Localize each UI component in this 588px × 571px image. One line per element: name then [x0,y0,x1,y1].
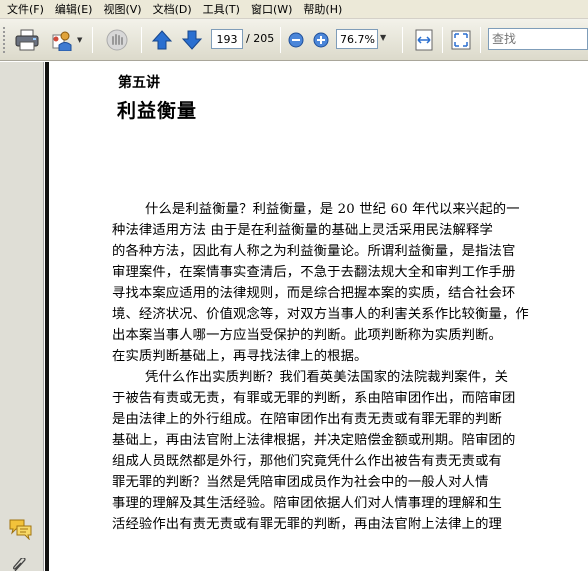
toolbar-separator [402,27,403,53]
body-text-line: 寻找本案应适用的法律规则，而是综合把握本案的实质，结合社会环 [112,286,516,301]
comments-button[interactable] [8,518,34,543]
menu-tools[interactable]: 工具(T) [200,0,248,19]
toolbar: ▼ / 205 ▼ [0,19,588,61]
toolbar-separator [480,27,481,53]
fit-width-icon [415,29,433,51]
menu-help[interactable]: 帮助(H) [300,0,350,19]
body-text-line: 于被告有责或无责，有罪或无罪的判断，系由陪审团作出，而陪审团 [112,391,516,406]
body-text-line: 罪无罪的判断？当然是凭陪审团成员作为社会中的一般人对人情 [112,475,489,490]
document-view[interactable]: 第五讲 利益衡量 什么是利益衡量？利益衡量，是 20 世纪 60 年代以来兴起的… [45,62,588,571]
zoom-in-icon [313,32,329,48]
toolbar-grip[interactable] [3,27,7,53]
previous-page-button[interactable] [150,28,174,52]
menu-edit[interactable]: 编辑(E) [52,0,101,19]
menu-file[interactable]: 文件(F) [4,0,52,19]
body-text-line: 是由法律上的外行组成。在陪审团作出有责无责或有罪无罪的判断 [112,412,502,427]
toolbar-separator [92,27,93,53]
zoom-dropdown-icon[interactable]: ▼ [380,33,386,42]
body-text-line: 组成人员既然都是外行，那他们究竟凭什么作出被告有责无责或有 [112,454,502,469]
menu-bar: 文件(F) 编辑(E) 视图(V) 文档(D) 工具(T) 窗口(W) 帮助(H… [0,0,588,19]
next-page-button[interactable] [180,28,204,52]
body-text-line: 什么是利益衡量？利益衡量，是 20 世纪 60 年代以来兴起的一 [145,202,520,217]
page-edge [45,62,49,571]
select-tool-button[interactable] [103,27,131,53]
full-screen-icon [451,30,471,50]
collaborate-icon [52,31,72,51]
search-input[interactable] [488,28,588,50]
body-text-line: 在实质判断基础上，再寻找法律上的根据。 [112,349,368,364]
arrow-down-icon [181,30,203,50]
comments-icon [9,519,32,541]
body-text-line: 出本案当事人哪一方应当受保护的判断。此项判断称为实质判断。 [112,328,502,343]
printer-icon [15,29,39,51]
lecture-number: 第五讲 [118,75,160,91]
attachments-button[interactable] [12,557,28,571]
menu-document[interactable]: 文档(D) [150,0,200,19]
toolbar-separator [442,27,443,53]
body-text-line: 活经验作出有责无责或有罪无罪的判断，再由法官附上法律上的理 [112,517,502,532]
hand-tool-icon [106,29,128,51]
body-text-line: 境、经济状况、价值观念等，对双方当事人的利害关系作比较衡量，作 [112,307,529,322]
full-screen-button[interactable] [449,28,473,52]
body-text-line: 基础上，再由法官附上法律根据，并决定赔偿金额或刑期。陪审团的 [112,433,516,448]
zoom-level-input[interactable] [336,29,378,49]
menu-window[interactable]: 窗口(W) [248,0,300,19]
lecture-title: 利益衡量 [117,100,198,122]
menu-view[interactable]: 视图(V) [100,0,149,19]
print-button[interactable] [13,27,41,53]
zoom-out-icon [288,32,304,48]
body-text-line: 种法律适用方法 由于是在利益衡量的基础上灵活采用民法解释学 [112,223,493,238]
navigation-pane [0,62,44,571]
paperclip-icon [13,557,26,571]
collaborate-button[interactable] [48,27,76,53]
toolbar-separator [280,27,281,53]
zoom-in-button[interactable] [312,31,330,49]
page-number-input[interactable] [211,29,243,49]
zoom-out-button[interactable] [287,31,305,49]
body-text-line: 的各种方法，因此有人称之为利益衡量论。所谓利益衡量，是指法官 [112,244,516,259]
page-total-label: / 205 [246,32,275,45]
collaborate-dropdown-icon[interactable]: ▼ [77,36,82,44]
body-text-line: 凭什么作出实质判断？我们看英美法国家的法院裁判案件，关 [145,370,509,385]
fit-width-button[interactable] [412,28,436,52]
body-text-line: 审理案件，在案情事实查清后，不急于去翻法规大全和审判工作手册 [112,265,516,280]
body-text-line: 事理的理解及其生活经验。陪审团依据人们对人情事理的理解和生 [112,496,502,511]
toolbar-separator [141,27,142,53]
arrow-up-icon [151,30,173,50]
